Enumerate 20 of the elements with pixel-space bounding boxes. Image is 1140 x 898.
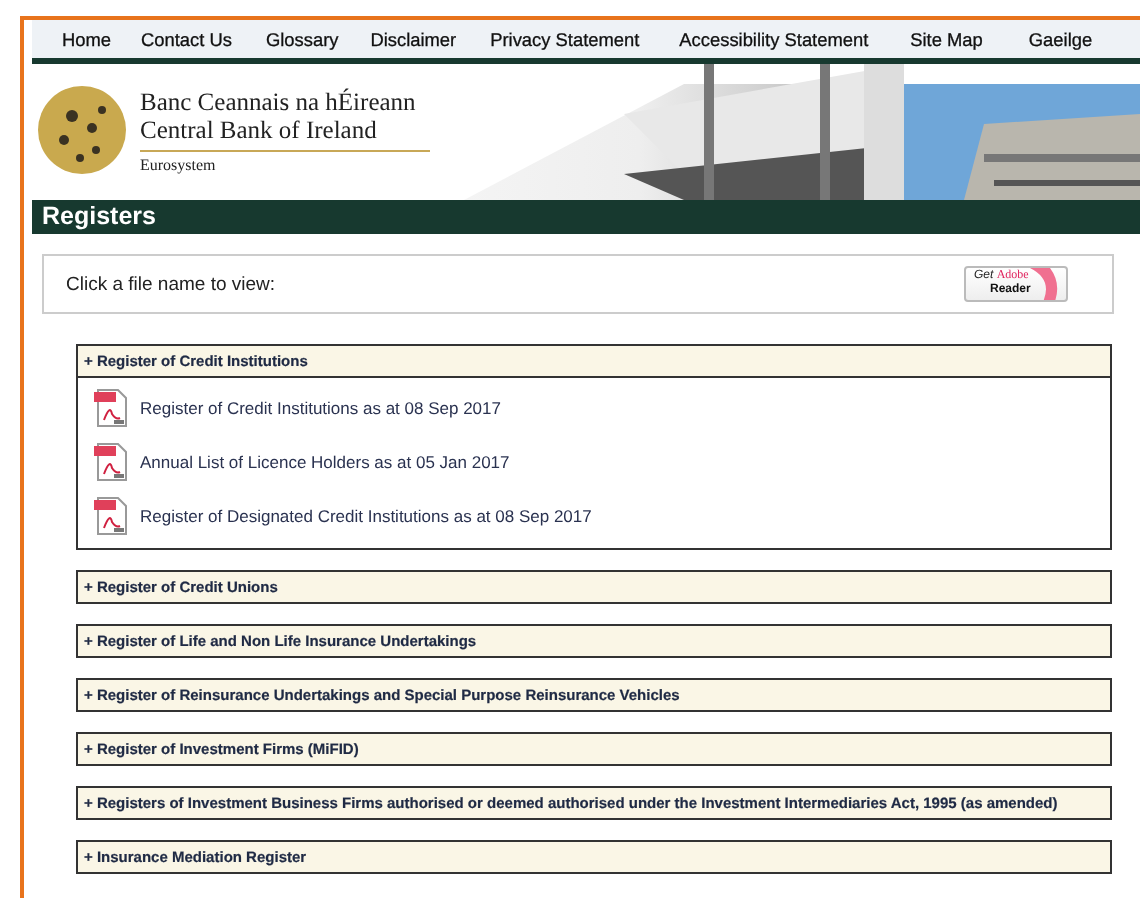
- file-link[interactable]: Register of Credit Institutions as at 08 Sep 2017: [140, 398, 501, 418]
- nav-link[interactable]: Disclaimer: [370, 29, 457, 49]
- nav-link[interactable]: Home: [62, 29, 112, 49]
- nav-link[interactable]: Contact Us: [141, 29, 232, 49]
- nav-link[interactable]: Accessibility Statement: [679, 29, 869, 49]
- bank-name: Central Bank of Ireland: [140, 115, 379, 143]
- page-title: Registers: [32, 200, 1140, 234]
- file-link[interactable]: Register of Designated Credit Institutions as at 08 Sep 2017: [140, 506, 592, 526]
- coin-icon: [36, 84, 128, 176]
- instruction-text: Click a file name to view:: [66, 273, 276, 295]
- nav-link[interactable]: Glossary: [265, 29, 339, 49]
- subtitle: Eurosystem: [140, 155, 218, 173]
- nav-link[interactable]: Gaeilge: [1028, 29, 1093, 49]
- file-link[interactable]: Annual List of Licence Holders as at 05 Jan 2017: [140, 452, 510, 472]
- nav-link[interactable]: Site Map: [910, 29, 983, 49]
- nav-link[interactable]: Privacy Statement: [490, 29, 640, 49]
- pdf-file-icon: [94, 496, 128, 536]
- pdf-file-icon: [94, 388, 128, 428]
- bank-name: Banc Ceannais na hÉireann: [140, 87, 418, 115]
- pdf-file-icon: [94, 442, 128, 482]
